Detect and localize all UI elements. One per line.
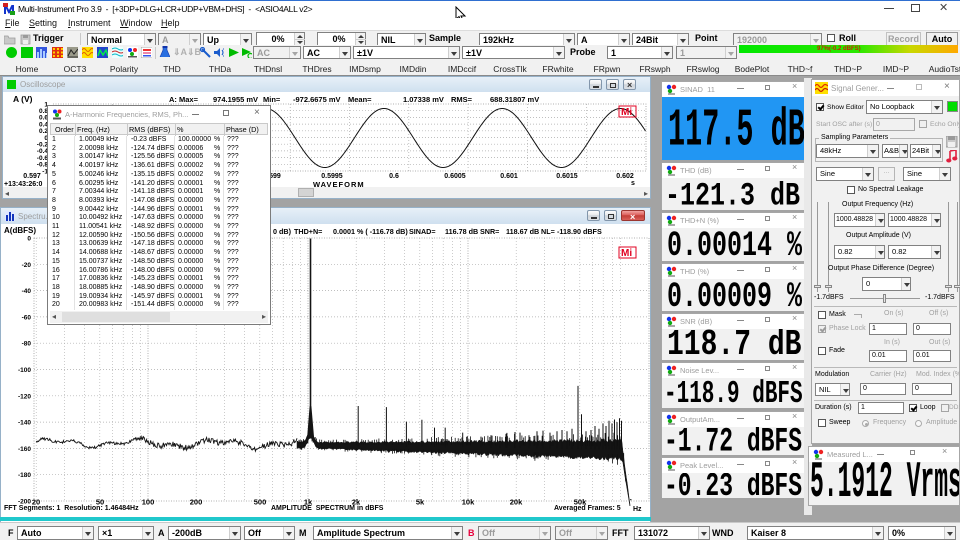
svg-text:20k: 20k [510,498,523,507]
svg-text:500: 500 [254,498,267,507]
svg-text:-80: -80 [22,341,32,348]
svg-text:Mi: Mi [621,107,632,118]
svg-text:200: 200 [190,498,203,507]
svg-text:-20: -20 [22,262,32,269]
svg-text:0: 0 [27,236,31,243]
svg-text:-40: -40 [22,288,32,295]
svg-text:-160: -160 [18,446,31,453]
svg-text:10k: 10k [462,498,475,507]
svg-text:-140: -140 [18,420,31,427]
svg-text:Mi: Mi [621,248,632,259]
svg-text:-100: -100 [18,367,31,374]
svg-text:-60: -60 [22,314,32,321]
svg-text:-120: -120 [18,393,31,400]
svg-text:100: 100 [142,498,155,507]
svg-text:-180: -180 [18,472,31,479]
svg-text:5k: 5k [416,498,425,507]
